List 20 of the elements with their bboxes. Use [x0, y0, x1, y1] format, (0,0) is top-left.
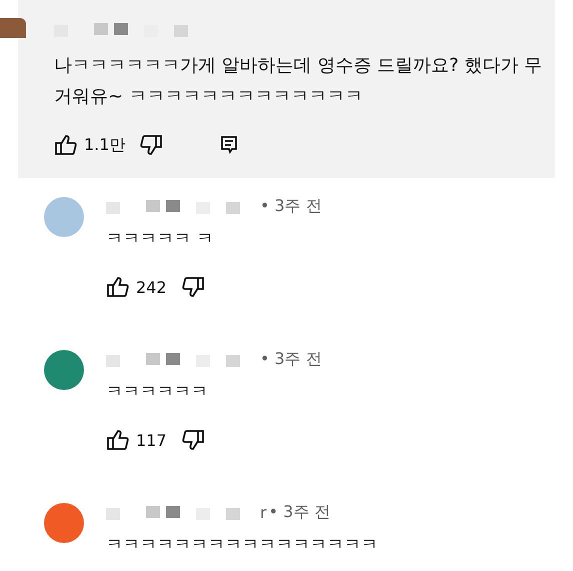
comment-text: ㅋㅋㅋㅋㅋ ㅋ [106, 228, 214, 250]
avatar[interactable] [44, 503, 84, 543]
comment-text: ㅋㅋㅋㅋㅋㅋㅋㅋㅋㅋㅋㅋㅋㅋㅋㅋ [106, 534, 378, 556]
thumbs-down-icon[interactable] [139, 134, 164, 156]
comment-time: • 3주 전 [260, 196, 322, 216]
avatar[interactable] [44, 350, 84, 390]
like-count: 117 [136, 430, 167, 450]
comment-time: • 3주 전 [268, 502, 330, 522]
like-count: 1.1만 [84, 134, 126, 156]
thumbs-down-icon[interactable] [180, 429, 205, 451]
thumbs-up-icon[interactable] [106, 429, 130, 451]
comment-time: • 3주 전 [260, 348, 322, 370]
comment-icon[interactable] [219, 135, 240, 155]
comment-text: 나ㅋㅋㅋㅋㅋㅋ가게 알바하는데 영수증 드릴까요? 했다가 무거워유~ ㅋㅋㅋㅋㅋㅋㅋㅋㅋㅋㅋㅋㅋ [54, 54, 544, 109]
thumbs-up-icon[interactable] [106, 276, 130, 298]
like-count: 242 [136, 278, 167, 296]
thumbs-down-icon[interactable] [180, 276, 205, 298]
thumbs-up-icon[interactable] [54, 134, 78, 156]
name-fragment: r [260, 502, 267, 522]
comment-text: ㅋㅋㅋㅋㅋㅋ [106, 381, 209, 403]
